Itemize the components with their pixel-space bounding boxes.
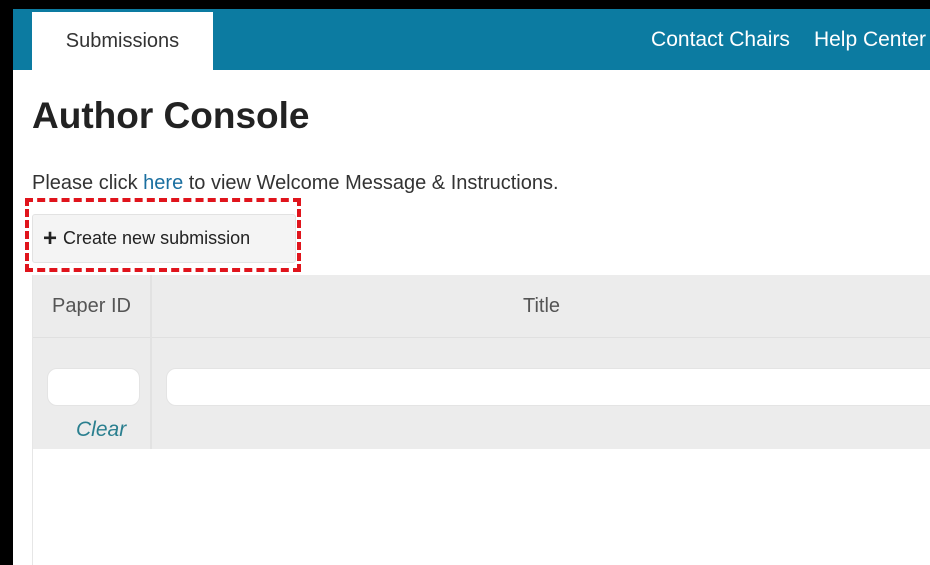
- tab-submissions[interactable]: Submissions: [32, 12, 213, 70]
- header-links: Contact Chairs Help Center: [651, 9, 926, 70]
- table-header: Paper ID Title: [33, 275, 930, 337]
- page-title: Author Console: [32, 95, 310, 136]
- title-filter-input[interactable]: [166, 368, 930, 406]
- welcome-here-link[interactable]: here: [143, 172, 183, 194]
- column-header-paper-id[interactable]: Paper ID: [33, 275, 150, 337]
- column-divider: [150, 275, 152, 449]
- help-center-link[interactable]: Help Center: [814, 28, 926, 52]
- create-new-submission-button[interactable]: + Create new submission: [32, 214, 296, 263]
- welcome-prefix: Please click: [32, 172, 144, 194]
- contact-chairs-link[interactable]: Contact Chairs: [651, 28, 790, 52]
- submissions-table: Paper ID Title Clear: [32, 275, 930, 565]
- table-filter-row: Clear: [33, 337, 930, 449]
- top-navigation-bar: Submissions Contact Chairs Help Center: [13, 9, 930, 70]
- plus-icon: +: [43, 224, 58, 252]
- create-new-submission-label: Create new submission: [63, 228, 251, 248]
- paper-id-filter-input[interactable]: [47, 368, 140, 406]
- author-console-page: Submissions Contact Chairs Help Center A…: [13, 9, 930, 565]
- column-header-title[interactable]: Title: [152, 275, 930, 337]
- clear-filter-link[interactable]: Clear: [76, 418, 126, 442]
- welcome-suffix: to view Welcome Message & Instructions.: [183, 172, 559, 194]
- welcome-message-line: Please click here to view Welcome Messag…: [32, 172, 559, 195]
